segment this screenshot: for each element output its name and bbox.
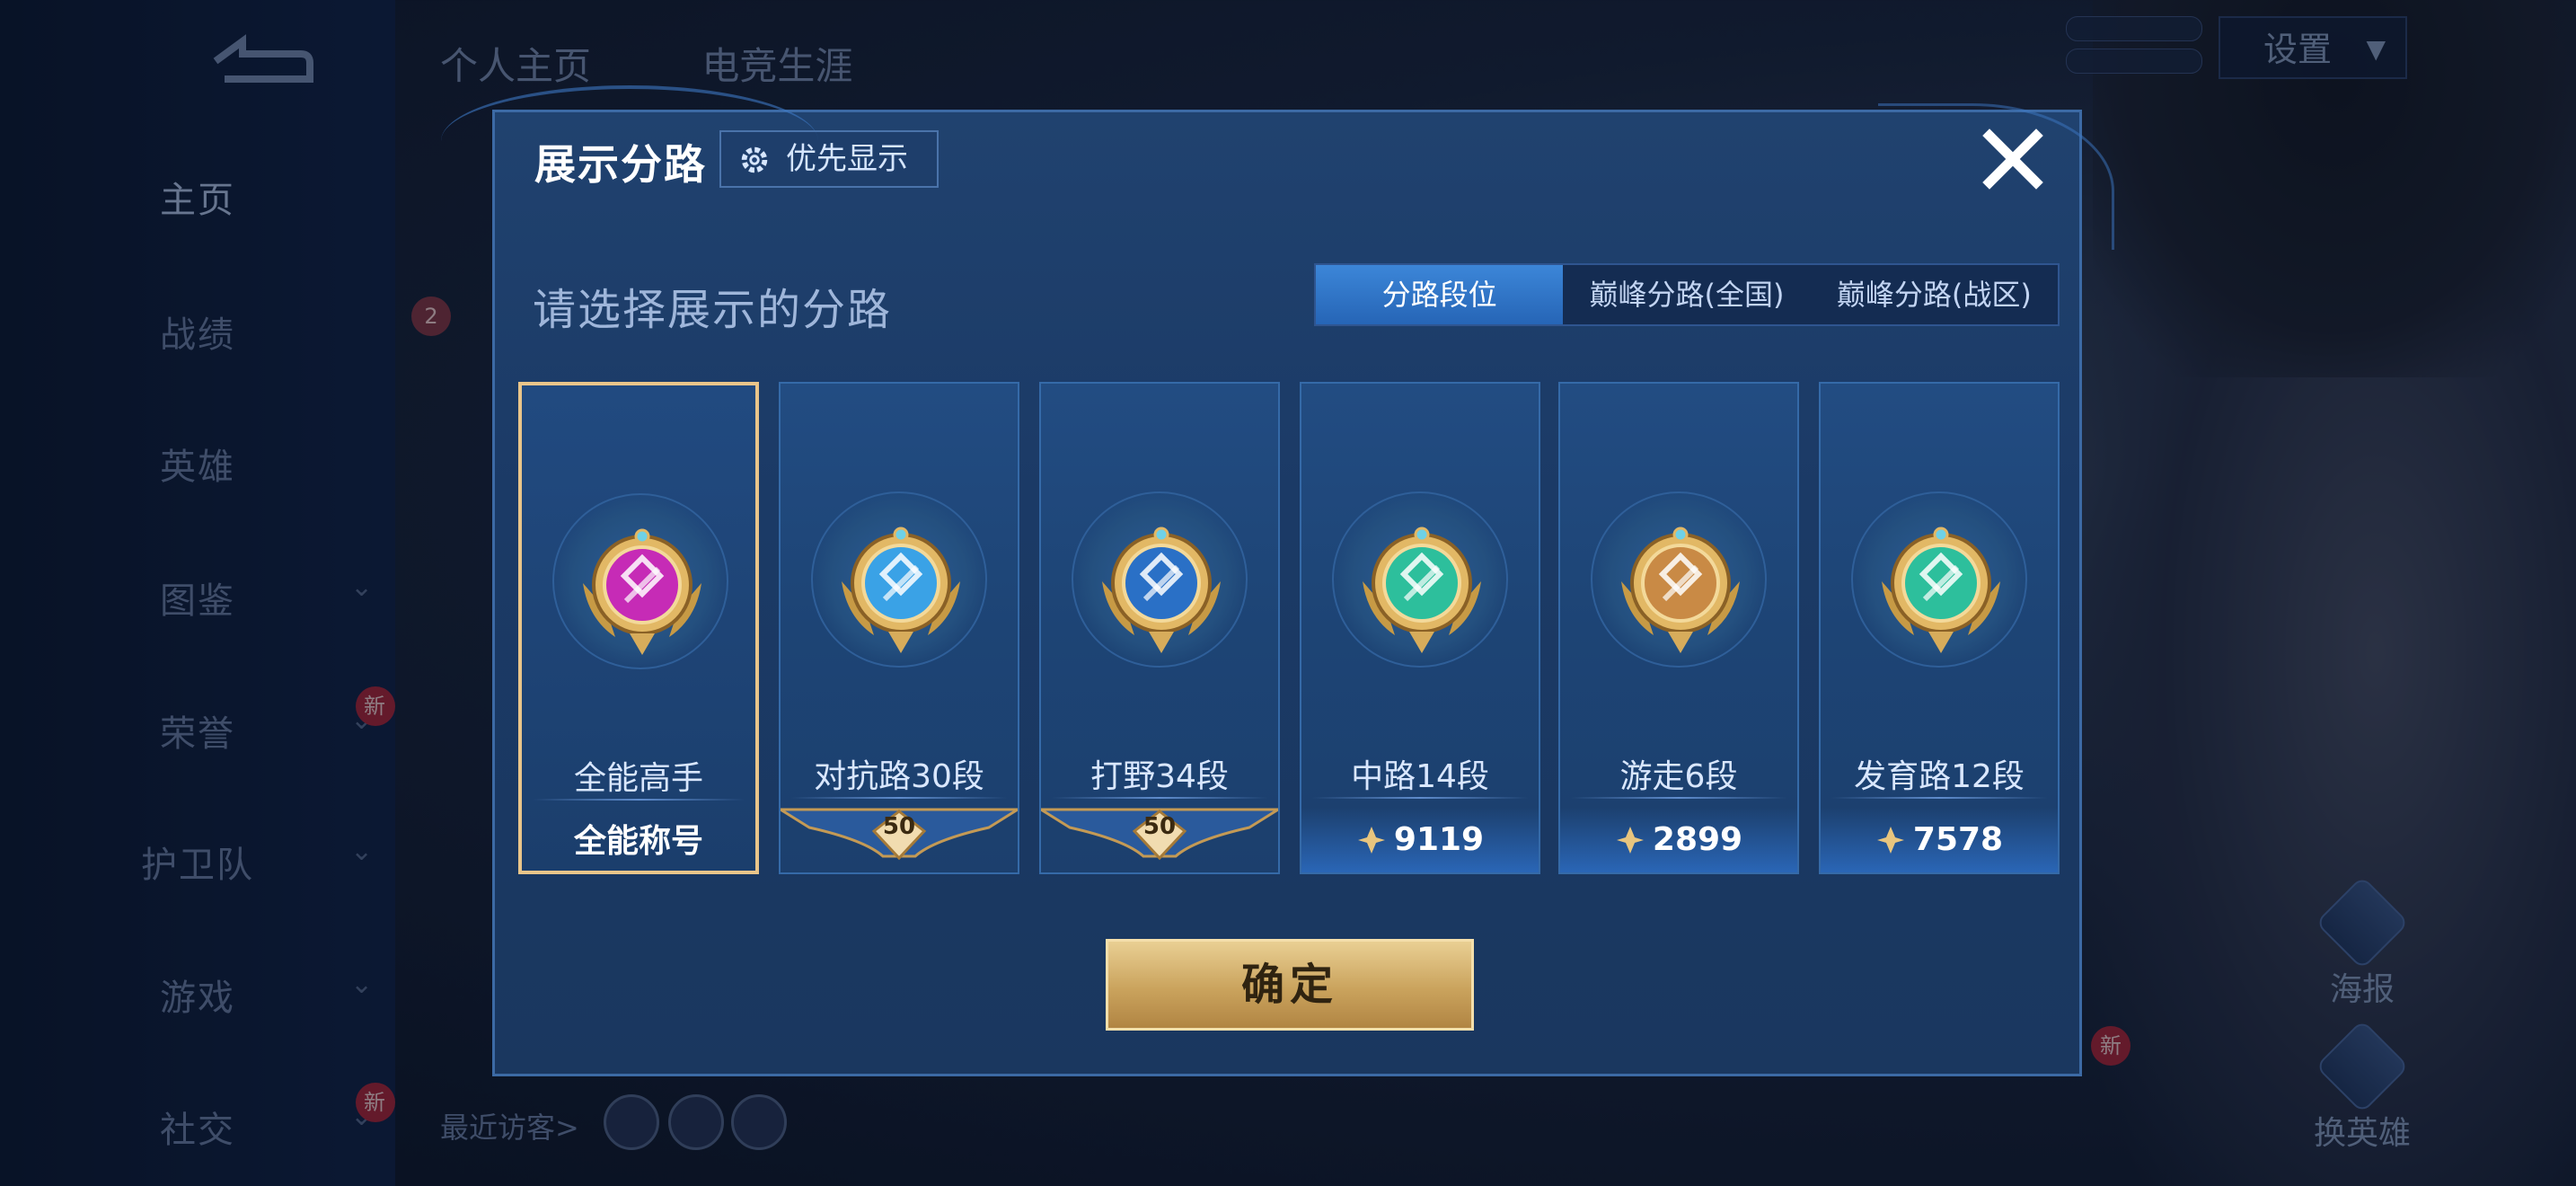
lane-display-dialog: 展示分路 优先显示 请选择展示的分路 分路段位 巅峰分路(全国) 巅峰分路(战区… xyxy=(441,85,2114,1076)
lane-type-tabs: 分路段位 巅峰分路(全国) 巅峰分路(战区) xyxy=(1314,263,2060,326)
priority-display-button[interactable]: 优先显示 xyxy=(719,130,939,188)
rank-badge-icon xyxy=(583,528,701,655)
lane-card[interactable]: 全能高手 全能称号 xyxy=(518,382,759,874)
lane-rank-label: 中路14段 xyxy=(1351,758,1489,795)
lane-points: 9119 xyxy=(1301,808,1539,872)
points-value: 7578 xyxy=(1912,821,2004,858)
lane-card[interactable]: 发育路12段 7578 xyxy=(1819,382,2060,874)
confirm-button[interactable]: 确定 xyxy=(1106,939,1474,1031)
priority-display-label: 优先显示 xyxy=(786,141,908,177)
tab-peak-lane-national[interactable]: 巅峰分路(全国) xyxy=(1563,265,1810,324)
select-lane-prompt: 请选择展示的分路 xyxy=(533,285,893,335)
lane-card[interactable]: 打野34段 50 xyxy=(1039,382,1280,874)
close-icon[interactable] xyxy=(1979,125,2047,193)
points-icon xyxy=(1616,827,1644,854)
lane-rank-label: 发育路12段 xyxy=(1854,758,2025,795)
rank-badge-icon xyxy=(1102,527,1221,653)
lane-points: 7578 xyxy=(1821,808,2058,872)
tab-lane-rank[interactable]: 分路段位 xyxy=(1316,265,1564,324)
level-number: 50 xyxy=(882,813,916,840)
card-divider xyxy=(533,799,745,801)
card-divider xyxy=(791,797,1007,799)
points-value: 9119 xyxy=(1393,821,1485,858)
card-divider xyxy=(1831,797,2047,799)
rank-badge-icon xyxy=(1621,527,1740,653)
card-divider xyxy=(1571,797,1786,799)
rank-badge-icon xyxy=(1363,527,1481,653)
lane-rank-label: 游走6段 xyxy=(1619,758,1738,795)
card-divider xyxy=(1312,797,1528,799)
tab-peak-lane-region[interactable]: 巅峰分路(战区) xyxy=(1811,265,2058,324)
points-icon xyxy=(1357,827,1385,854)
points-icon xyxy=(1876,827,1904,854)
level-number: 50 xyxy=(1142,813,1177,840)
lane-rank-label: 对抗路30段 xyxy=(814,758,984,795)
lane-card[interactable]: 中路14段 9119 xyxy=(1300,382,1540,874)
points-value: 2899 xyxy=(1652,821,1743,858)
dialog-title: 展示分路 xyxy=(534,140,707,189)
card-divider xyxy=(1052,797,1267,799)
lane-points: 2899 xyxy=(1560,808,1797,872)
all-round-title-label: 全能称号 xyxy=(573,823,703,860)
rank-badge-icon xyxy=(842,527,960,653)
lane-card[interactable]: 对抗路30段 50 xyxy=(779,382,1019,874)
lane-rank-label: 全能高手 xyxy=(573,760,703,797)
lane-rank-label: 打野34段 xyxy=(1090,758,1229,795)
gear-icon xyxy=(741,146,768,173)
rank-badge-icon xyxy=(1882,527,2000,653)
lane-card[interactable]: 游走6段 2899 xyxy=(1558,382,1799,874)
